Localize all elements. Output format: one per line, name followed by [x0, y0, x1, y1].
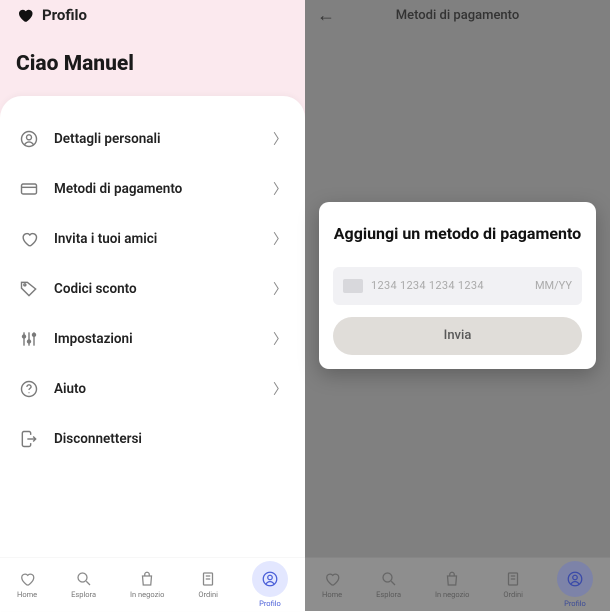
- heart-outline-icon: [18, 570, 36, 588]
- nav-explore[interactable]: Esplora: [370, 566, 407, 603]
- card-input-row[interactable]: 1234 1234 1234 1234 MM/YY: [333, 267, 582, 305]
- nav-profile-wrap[interactable]: Profilo: [551, 557, 599, 612]
- left-header-title: Profilo: [42, 6, 87, 24]
- nav-label: Profilo: [564, 599, 586, 608]
- nav-label: Ordini: [503, 590, 523, 599]
- nav-in-store[interactable]: In negozio: [429, 566, 475, 603]
- nav-profile[interactable]: [252, 561, 288, 597]
- search-icon: [75, 570, 93, 588]
- menu-item-discount-codes[interactable]: Codici sconto 〉: [0, 264, 305, 314]
- greeting-text: Ciao Manuel: [0, 24, 305, 96]
- card-expiry-input[interactable]: MM/YY: [535, 279, 572, 292]
- profile-menu-card: Dettagli personali 〉 Metodi di pagamento…: [0, 96, 305, 611]
- heart-icon: [16, 6, 34, 24]
- sliders-icon: [18, 328, 40, 350]
- menu-label: Aiuto: [54, 381, 259, 397]
- logout-icon: [18, 428, 40, 450]
- bag-icon: [443, 570, 461, 588]
- submit-button[interactable]: Invia: [333, 317, 582, 355]
- menu-label: Codici sconto: [54, 281, 259, 297]
- menu-item-settings[interactable]: Impostazioni 〉: [0, 314, 305, 364]
- menu-item-invite-friends[interactable]: Invita i tuoi amici 〉: [0, 214, 305, 264]
- receipt-icon: [504, 570, 522, 588]
- heart-outline-icon: [323, 570, 341, 588]
- user-circle-icon: [566, 570, 584, 588]
- help-circle-icon: [18, 378, 40, 400]
- chevron-right-icon: 〉: [273, 379, 287, 399]
- nav-profile-wrap[interactable]: Profilo: [246, 557, 294, 612]
- nav-label: Profilo: [259, 599, 281, 608]
- menu-label: Metodi di pagamento: [54, 181, 259, 197]
- nav-explore[interactable]: Esplora: [65, 566, 102, 603]
- menu-item-payment-methods[interactable]: Metodi di pagamento 〉: [0, 164, 305, 214]
- left-header: Profilo: [0, 0, 305, 24]
- chevron-right-icon: 〉: [273, 229, 287, 249]
- menu-item-help[interactable]: Aiuto 〉: [0, 364, 305, 414]
- menu-label: Dettagli personali: [54, 131, 259, 147]
- card-number-input[interactable]: 1234 1234 1234 1234: [371, 279, 527, 292]
- chevron-right-icon: 〉: [273, 329, 287, 349]
- user-circle-icon: [261, 570, 279, 588]
- nav-label: Home: [322, 590, 342, 599]
- chevron-right-icon: 〉: [273, 179, 287, 199]
- menu-label: Impostazioni: [54, 331, 259, 347]
- card-icon: [18, 178, 40, 200]
- nav-label: Esplora: [71, 590, 96, 599]
- user-circle-icon: [18, 128, 40, 150]
- nav-label: In negozio: [435, 590, 469, 599]
- menu-item-logout[interactable]: Disconnettersi: [0, 414, 305, 464]
- nav-label: Esplora: [376, 590, 401, 599]
- menu-label: Invita i tuoi amici: [54, 231, 259, 247]
- menu-label: Disconnettersi: [54, 431, 287, 447]
- tag-icon: [18, 278, 40, 300]
- chevron-right-icon: 〉: [273, 279, 287, 299]
- heart-outline-icon: [18, 228, 40, 250]
- nav-label: Home: [17, 590, 37, 599]
- nav-orders[interactable]: Ordini: [192, 566, 224, 603]
- nav-label: Ordini: [198, 590, 218, 599]
- bottom-nav-dimmed: Home Esplora In negozio Ordini Profilo: [305, 557, 610, 611]
- nav-home[interactable]: Home: [11, 566, 43, 603]
- nav-home[interactable]: Home: [316, 566, 348, 603]
- modal-title: Aggiungi un metodo di pagamento: [333, 224, 582, 245]
- nav-orders[interactable]: Ordini: [497, 566, 529, 603]
- receipt-icon: [199, 570, 217, 588]
- bottom-nav: Home Esplora In negozio Ordini Profilo: [0, 557, 305, 611]
- search-icon: [380, 570, 398, 588]
- bag-icon: [138, 570, 156, 588]
- payment-methods-screen: ← Metodi di pagamento Aggiungi un metodo…: [305, 0, 610, 611]
- add-payment-modal: Aggiungi un metodo di pagamento 1234 123…: [319, 202, 596, 369]
- chevron-right-icon: 〉: [273, 129, 287, 149]
- nav-in-store[interactable]: In negozio: [124, 566, 170, 603]
- profile-screen: Profilo Ciao Manuel Dettagli personali 〉…: [0, 0, 305, 611]
- nav-label: In negozio: [130, 590, 164, 599]
- menu-item-personal-details[interactable]: Dettagli personali 〉: [0, 114, 305, 164]
- card-chip-icon: [343, 279, 363, 293]
- nav-profile[interactable]: [557, 561, 593, 597]
